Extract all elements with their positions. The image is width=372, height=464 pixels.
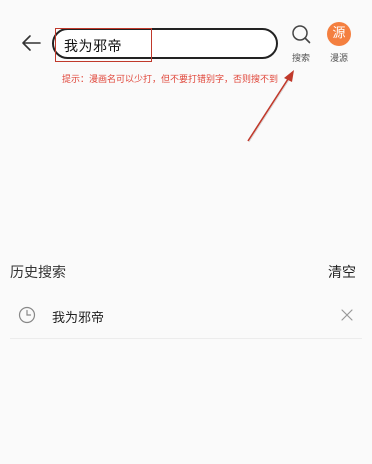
clear-history-button[interactable]: 清空 xyxy=(328,262,356,282)
hint-text: 提示：漫画名可以少打，但不要打错别字，否则搜不到 xyxy=(62,75,279,85)
clock-icon xyxy=(18,306,36,324)
history-title: 历史搜索 xyxy=(10,265,66,281)
source-button-label: 漫源 xyxy=(329,54,348,64)
history-item-label: 我为邪帝 xyxy=(52,311,105,326)
close-icon[interactable] xyxy=(340,308,354,322)
source-button[interactable]: 源 漫源 xyxy=(324,22,354,66)
search-button[interactable]: 搜索 xyxy=(288,24,314,66)
back-arrow-icon[interactable] xyxy=(20,32,42,54)
annotation-highlight-box xyxy=(55,28,152,62)
annotation-arrow xyxy=(247,70,294,143)
history-item[interactable]: 我为邪帝 xyxy=(10,294,362,339)
source-badge: 源 xyxy=(327,22,351,46)
search-icon xyxy=(292,25,311,44)
search-button-label: 搜索 xyxy=(291,54,310,64)
search-page: 我为邪帝 搜索 源 漫源 提示：漫画名可以少打，但不要打错别字，否则搜不到 历史… xyxy=(0,0,372,464)
